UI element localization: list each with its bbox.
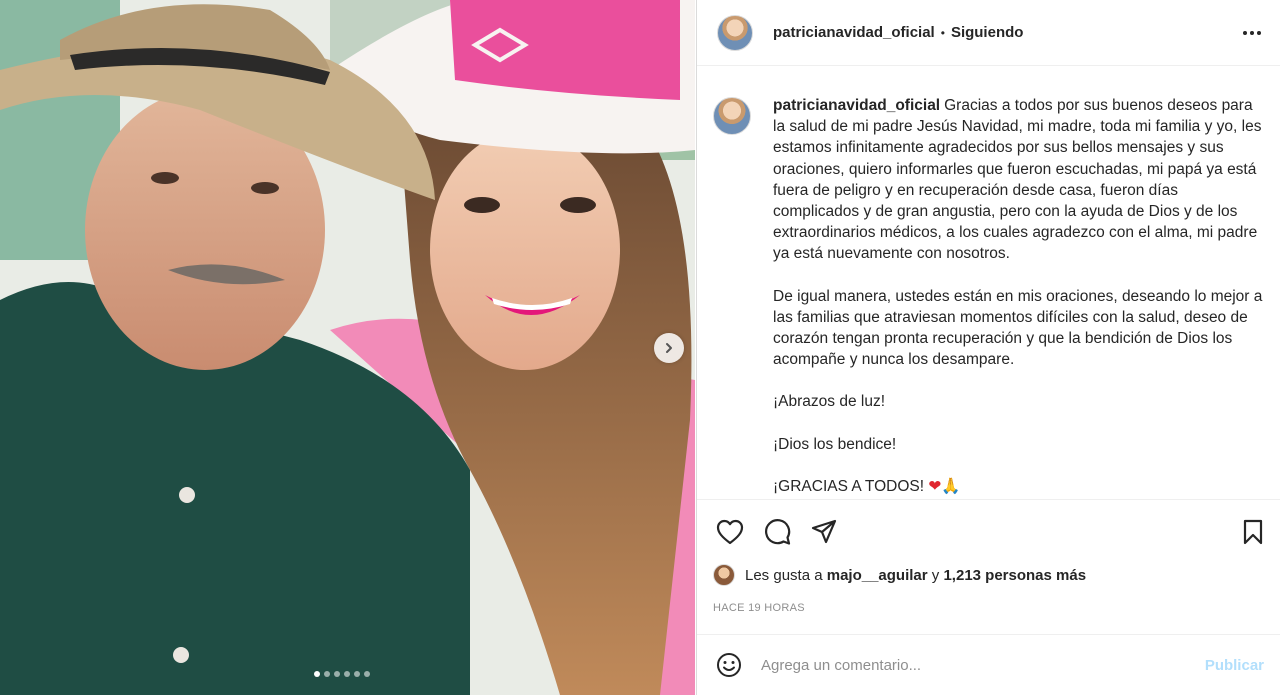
caption-paragraph: ¡GRACIAS A TODOS! ❤🙏: [773, 476, 1266, 497]
smiley-icon: [717, 653, 741, 677]
carousel-next-button[interactable]: [654, 333, 684, 363]
author-avatar[interactable]: [717, 14, 753, 51]
caption-paragraph-text: ¡GRACIAS A TODOS!: [773, 477, 925, 495]
carousel-dot: [314, 671, 320, 677]
caption-paragraph: ¡Dios los bendice!: [773, 435, 897, 453]
caption-username[interactable]: patricianavidad_oficial: [773, 97, 940, 114]
send-icon: [811, 519, 837, 544]
post-details-panel: patricianavidad_oficial • Siguiendo patr…: [696, 0, 1280, 695]
likes-prefix: Les gusta a: [745, 566, 823, 584]
carousel-dot: [324, 671, 330, 677]
photo-image: [0, 0, 695, 695]
carousel-dot: [334, 671, 340, 677]
likes-connector: y: [931, 566, 940, 584]
comment-input[interactable]: [761, 656, 1205, 674]
heart-icon: [716, 519, 744, 545]
comments-section[interactable]: patricianavidad_oficial Gracias a todos p…: [697, 67, 1280, 499]
share-button[interactable]: [807, 515, 841, 549]
save-button[interactable]: [1236, 515, 1270, 549]
carousel-dot: [364, 671, 370, 677]
more-options-button[interactable]: [1240, 21, 1264, 45]
like-button[interactable]: [713, 515, 747, 549]
post-caption: patricianavidad_oficial Gracias a todos p…: [713, 95, 1266, 499]
author-username[interactable]: patricianavidad_oficial: [773, 24, 935, 41]
likes-count[interactable]: 1,213 personas más: [943, 567, 1086, 584]
caption-text: patricianavidad_oficial Gracias a todos p…: [773, 95, 1266, 499]
post-header: patricianavidad_oficial • Siguiendo: [697, 0, 1280, 66]
carousel-dot: [344, 671, 350, 677]
liker-avatar[interactable]: [713, 564, 735, 586]
caption-paragraph-text: Gracias a todos por sus buenos deseos pa…: [773, 97, 1262, 263]
caption-paragraph: patricianavidad_oficial Gracias a todos p…: [773, 95, 1266, 265]
comment-bubble-icon: [765, 519, 791, 545]
bookmark-icon: [1243, 519, 1263, 545]
caption-author-avatar[interactable]: [713, 97, 751, 135]
post-actions-section: Les gusta a majo__aguilar y 1,213 person…: [697, 499, 1280, 614]
liker-username[interactable]: majo__aguilar: [827, 567, 928, 584]
more-dots-icon: [1243, 30, 1261, 35]
heart-pray-emoji: ❤🙏: [928, 477, 961, 495]
carousel-dots: [314, 671, 370, 677]
caption-paragraph: ¡Abrazos de luz!: [773, 393, 885, 411]
likes-summary[interactable]: Les gusta a majo__aguilar y 1,213 person…: [713, 564, 1264, 586]
carousel-dot: [354, 671, 360, 677]
post-timestamp[interactable]: HACE 19 HORAS: [713, 602, 1264, 614]
following-button[interactable]: Siguiendo: [951, 24, 1024, 41]
post-photo[interactable]: [0, 0, 695, 695]
publish-button[interactable]: Publicar: [1205, 657, 1264, 674]
caption-paragraph: De igual manera, ustedes están en mis or…: [773, 287, 1263, 369]
action-bar: [713, 500, 1264, 560]
header-separator: •: [940, 25, 945, 40]
chevron-right-icon: [666, 343, 672, 353]
emoji-button[interactable]: [715, 651, 743, 679]
comment-button[interactable]: [760, 515, 794, 549]
add-comment-bar: Publicar: [697, 634, 1280, 695]
